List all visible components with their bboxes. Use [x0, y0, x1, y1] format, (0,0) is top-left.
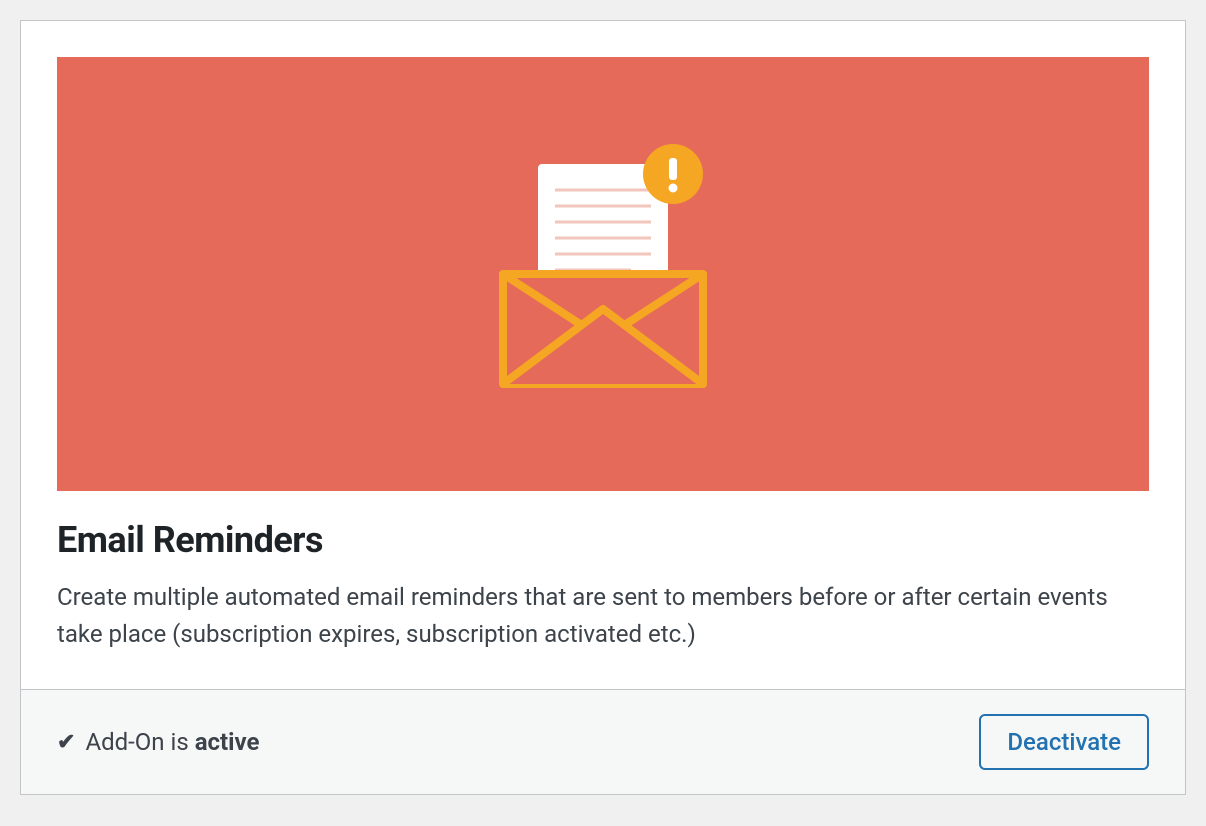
check-icon: ✔: [57, 730, 75, 755]
addon-description: Create multiple automated email reminder…: [57, 579, 1149, 653]
addon-title: Email Reminders: [57, 519, 1149, 561]
status-prefix: Add-On is: [85, 728, 194, 756]
deactivate-button[interactable]: Deactivate: [979, 714, 1149, 770]
hero-image: [57, 57, 1149, 491]
email-envelope-icon: [483, 144, 723, 404]
card-footer: ✔ Add-On is active Deactivate: [21, 689, 1185, 794]
envelope-illustration: [483, 144, 723, 404]
status-text: Add-On is active: [85, 728, 259, 756]
card-body: Email Reminders Create multiple automate…: [21, 21, 1185, 689]
addon-status: ✔ Add-On is active: [57, 728, 259, 756]
addon-card: Email Reminders Create multiple automate…: [20, 20, 1186, 795]
status-state: active: [195, 728, 260, 756]
